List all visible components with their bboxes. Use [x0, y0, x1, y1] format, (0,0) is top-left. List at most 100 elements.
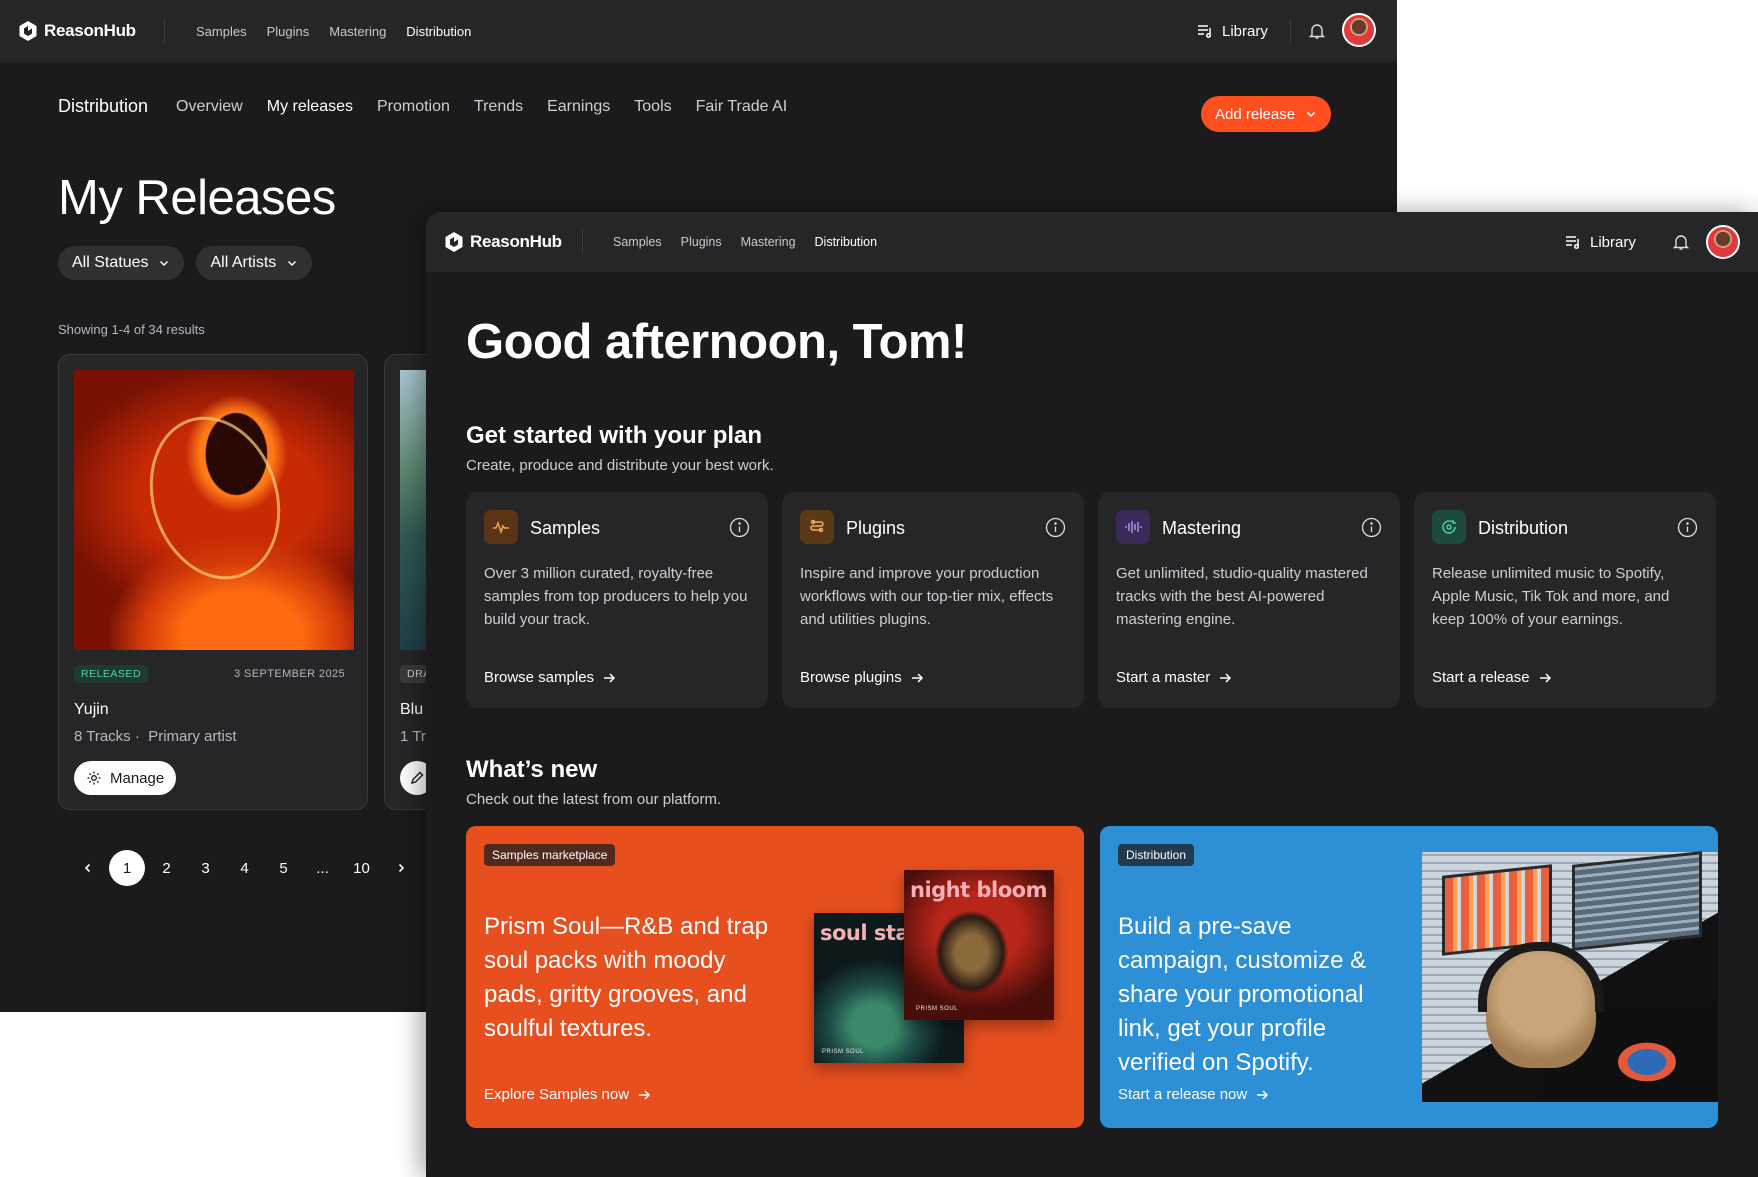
page-2[interactable]: 2	[147, 850, 186, 886]
user-avatar[interactable]	[1342, 13, 1376, 47]
browse-samples-link[interactable]: Browse samples	[484, 669, 616, 686]
start-master-link[interactable]: Start a master	[1116, 669, 1232, 686]
album-cover-night-bloom: night bloom PRISM SOUL	[904, 870, 1054, 1020]
explore-samples-link[interactable]: Explore Samples now	[484, 1086, 651, 1103]
notifications-button[interactable]	[1672, 233, 1690, 256]
nav-distribution[interactable]: Distribution	[406, 24, 471, 39]
brand-logo[interactable]: ReasonHub	[444, 231, 562, 253]
nav-samples[interactable]: Samples	[613, 235, 662, 249]
distribution-disc-icon	[1432, 510, 1466, 544]
status-filter-label: All Statues	[72, 254, 149, 271]
page-4[interactable]: 4	[225, 850, 264, 886]
plan-card-distribution[interactable]: Distribution Release unlimited music to …	[1414, 492, 1716, 708]
library-button[interactable]: Library	[1196, 22, 1268, 40]
nav-mastering[interactable]: Mastering	[741, 235, 796, 249]
plan-card-description: Release unlimited music to Spotify, Appl…	[1432, 565, 1670, 628]
bell-icon	[1308, 24, 1326, 39]
plan-card-samples[interactable]: Samples Over 3 million curated, royalty-…	[466, 492, 768, 708]
info-icon[interactable]	[1361, 517, 1382, 538]
tab-fair-trade-ai[interactable]: Fair Trade AI	[696, 98, 788, 116]
page-title: My Releases	[58, 171, 336, 225]
artist-role: Primary artist	[148, 728, 237, 745]
divider	[582, 230, 583, 254]
page-ellipsis: ...	[316, 859, 329, 877]
arrow-right-icon	[1220, 672, 1232, 683]
news-card-distribution[interactable]: Distribution Build a pre-save campaign, …	[1100, 826, 1718, 1128]
divider	[164, 19, 165, 43]
track-count: 8 Tracks	[74, 728, 131, 745]
nav-plugins[interactable]: Plugins	[267, 24, 310, 39]
nav-mastering[interactable]: Mastering	[329, 24, 386, 39]
start-release-link[interactable]: Start a release	[1432, 669, 1552, 686]
user-avatar[interactable]	[1706, 225, 1740, 259]
release-card[interactable]: RELEASED 3 SEPTEMBER 2025 Yujin 8 Tracks…	[58, 354, 368, 810]
whats-new-title: What’s new	[466, 756, 598, 783]
news-card-samples[interactable]: Samples marketplace Prism Soul—R&B and t…	[466, 826, 1084, 1128]
page-3[interactable]: 3	[186, 850, 225, 886]
page-1[interactable]: 1	[109, 850, 145, 886]
page-5[interactable]: 5	[264, 850, 303, 886]
section-title: Distribution	[58, 96, 149, 116]
notifications-button[interactable]	[1308, 22, 1326, 45]
info-icon[interactable]	[1677, 517, 1698, 538]
whats-new-subtitle: Check out the latest from our platform.	[466, 791, 722, 808]
library-icon	[1566, 236, 1580, 250]
reasonhub-logo-icon	[445, 232, 463, 252]
page-10[interactable]: 10	[342, 850, 381, 886]
plan-card-mastering[interactable]: Mastering Get unlimited, studio-quality …	[1098, 492, 1400, 708]
tab-my-releases[interactable]: My releases	[267, 98, 353, 116]
browse-plugins-link[interactable]: Browse plugins	[800, 669, 924, 686]
plan-card-title: Mastering	[1162, 518, 1242, 538]
library-icon	[1198, 25, 1212, 39]
album-label: PRISM SOUL	[822, 1049, 865, 1055]
chevron-down-icon	[160, 261, 169, 266]
add-release-button[interactable]: Add release	[1201, 96, 1332, 132]
release-cover	[74, 370, 354, 650]
plan-section-title: Get started with your plan	[466, 422, 763, 449]
info-icon[interactable]	[1045, 517, 1066, 538]
next-page-button[interactable]	[381, 850, 420, 886]
info-icon[interactable]	[729, 517, 750, 538]
library-button[interactable]: Library	[1564, 233, 1636, 251]
tab-tools[interactable]: Tools	[634, 98, 671, 116]
tab-trends[interactable]: Trends	[474, 98, 523, 116]
brand-logo[interactable]: ReasonHub	[18, 20, 136, 42]
plan-card-title: Samples	[530, 518, 601, 538]
status-filter[interactable]: All Statues	[58, 246, 185, 280]
prev-page-button[interactable]	[68, 850, 107, 886]
pencil-icon	[410, 771, 424, 785]
plan-card-title: Plugins	[846, 518, 906, 538]
studio-photo	[1422, 851, 1718, 1102]
release-title: Blu	[400, 701, 424, 718]
results-count: Showing 1-4 of 34 results	[58, 322, 205, 337]
arrow-right-icon	[911, 672, 923, 683]
plan-card-plugins[interactable]: Plugins Inspire and improve your product…	[782, 492, 1084, 708]
tab-earnings[interactable]: Earnings	[547, 98, 610, 116]
chevron-left-icon	[84, 863, 90, 873]
tab-promotion[interactable]: Promotion	[377, 98, 450, 116]
plan-section-subtitle: Create, produce and distribute your best…	[466, 457, 774, 474]
album-label: PRISM SOUL	[916, 1006, 959, 1012]
nav-samples[interactable]: Samples	[196, 24, 247, 39]
top-navigation-bar: ReasonHub Samples Plugins Mastering Dist…	[426, 212, 1758, 272]
tab-overview[interactable]: Overview	[176, 98, 243, 116]
add-release-label: Add release	[1215, 105, 1296, 123]
link-label: Explore Samples now	[484, 1086, 630, 1103]
plugin-icon	[800, 510, 834, 544]
plan-card-title: Distribution	[1478, 518, 1569, 538]
top-navigation-bar: ReasonHub Samples Plugins Mastering Dist…	[0, 0, 1397, 62]
manage-button[interactable]: Manage	[74, 761, 177, 795]
bell-icon	[1672, 235, 1690, 250]
nav-plugins[interactable]: Plugins	[681, 235, 722, 249]
manage-label: Manage	[110, 769, 165, 787]
brand-name: ReasonHub	[470, 232, 562, 251]
chevron-right-icon	[398, 863, 404, 873]
start-release-now-link[interactable]: Start a release now	[1118, 1086, 1269, 1103]
library-label: Library	[1222, 22, 1268, 40]
artist-filter-label: All Artists	[210, 254, 277, 271]
link-label: Browse plugins	[800, 669, 902, 686]
artist-filter[interactable]: All Artists	[196, 246, 313, 280]
link-label: Start a release now	[1118, 1086, 1248, 1103]
nav-distribution[interactable]: Distribution	[815, 235, 878, 249]
release-date: 3 SEPTEMBER 2025	[234, 668, 345, 680]
